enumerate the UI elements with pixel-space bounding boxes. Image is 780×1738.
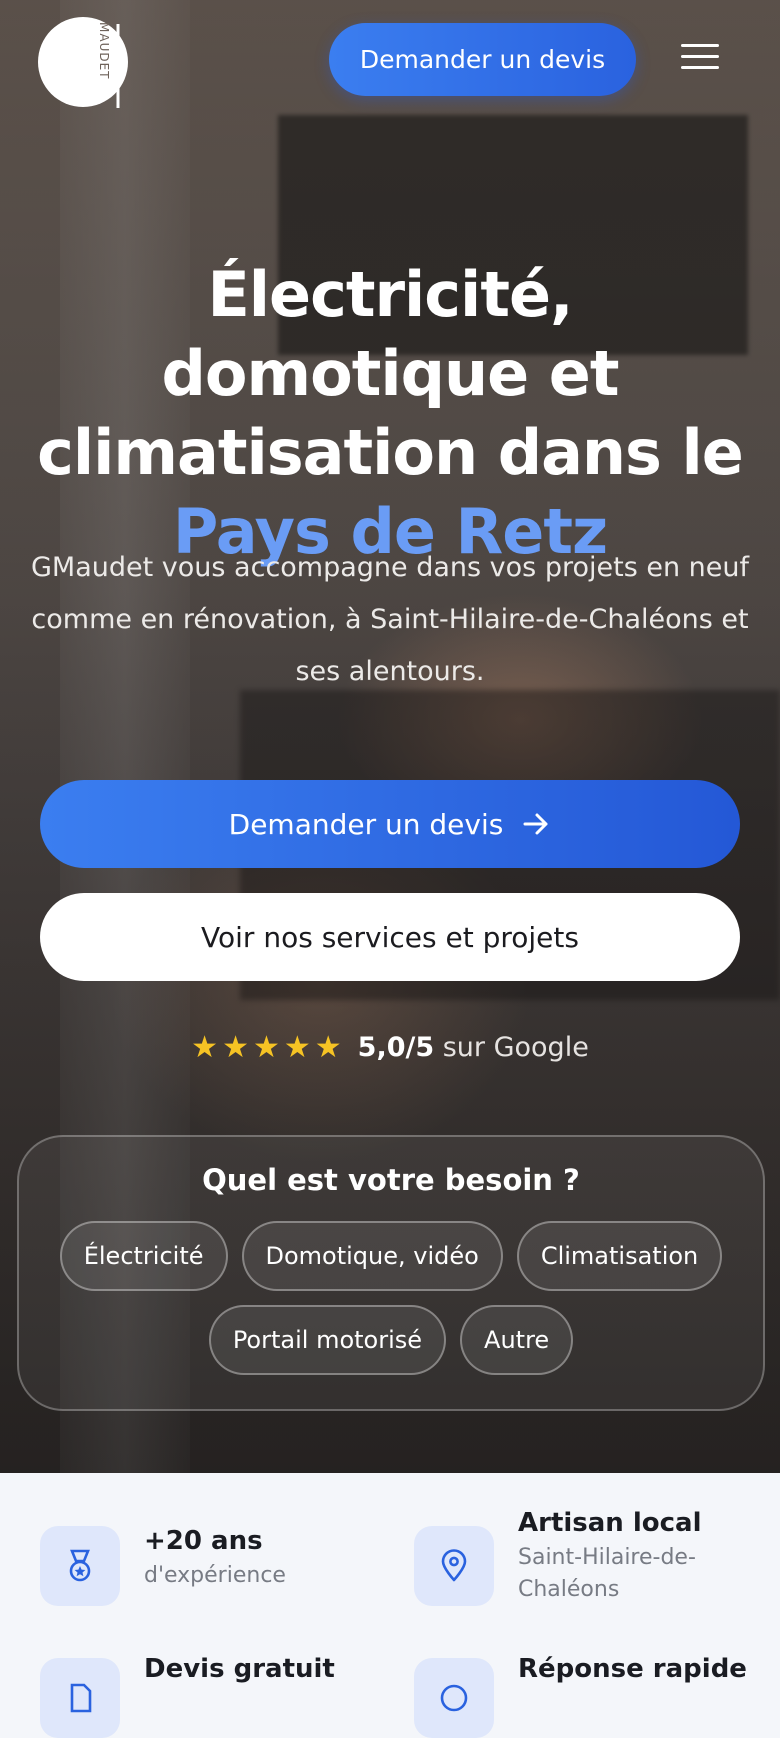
request-quote-button[interactable]: Demander un devis bbox=[40, 780, 740, 868]
needs-title: Quel est votre besoin ? bbox=[202, 1163, 580, 1197]
star-rating-icon: ★★★★★ bbox=[191, 1030, 346, 1065]
request-quote-label: Demander un devis bbox=[228, 807, 504, 841]
hamburger-icon[interactable] bbox=[681, 44, 719, 74]
document-icon bbox=[40, 1658, 120, 1738]
feature-quote-title: Devis gratuit bbox=[144, 1654, 335, 1684]
need-option-domotique[interactable]: Domotique, vidéo bbox=[241, 1221, 503, 1291]
feature-fast-response: Réponse rapide bbox=[414, 1654, 747, 1738]
feature-experience-title: +20 ans bbox=[144, 1526, 263, 1556]
hero-subtitle: GMaudet vous accompagne dans vos projets… bbox=[31, 552, 749, 687]
feature-experience-desc: d'expérience bbox=[144, 1563, 286, 1588]
arrow-right-icon bbox=[523, 813, 548, 835]
google-rating: ★★★★★ 5,0/5 sur Google bbox=[0, 1030, 780, 1065]
feature-experience: +20 ans d'expérience bbox=[40, 1526, 286, 1606]
rating-score: 5,0/5 bbox=[357, 1032, 435, 1063]
view-services-button[interactable]: Voir nos services et projets bbox=[40, 893, 740, 981]
feature-fast-response-title: Réponse rapide bbox=[518, 1654, 747, 1684]
hero-section: MAUDET Demander un devis Électricité, do… bbox=[0, 0, 780, 1473]
view-services-label: Voir nos services et projets bbox=[201, 920, 579, 954]
feature-local: Artisan local Saint-Hilaire-de-Chaléons bbox=[414, 1508, 744, 1606]
logo-wordmark: MAUDET bbox=[97, 22, 111, 80]
request-quote-header-label: Demander un devis bbox=[359, 45, 606, 74]
need-option-electricite[interactable]: Électricité bbox=[59, 1221, 228, 1291]
clock-icon bbox=[414, 1658, 494, 1738]
need-option-climatisation[interactable]: Climatisation bbox=[516, 1221, 723, 1291]
need-option-portail[interactable]: Portail motorisé bbox=[208, 1305, 447, 1375]
hero-title-text: Électricité, domotique et climatisation … bbox=[37, 258, 744, 489]
need-option-autre[interactable]: Autre bbox=[460, 1305, 574, 1375]
hero-title: Électricité, domotique et climatisation … bbox=[20, 255, 760, 571]
needs-options: Électricité Domotique, vidéo Climatisati… bbox=[19, 1221, 763, 1375]
top-navigation: MAUDET Demander un devis bbox=[0, 0, 780, 120]
medal-icon bbox=[40, 1526, 120, 1606]
request-quote-header-button[interactable]: Demander un devis bbox=[329, 23, 636, 96]
features-section: +20 ans d'expérience Artisan local Saint… bbox=[0, 1473, 780, 1738]
needs-selector: Quel est votre besoin ? Électricité Domo… bbox=[17, 1135, 765, 1411]
location-pin-icon bbox=[414, 1526, 494, 1606]
gmaudet-logo[interactable]: MAUDET bbox=[38, 12, 134, 108]
feature-quote: Devis gratuit bbox=[40, 1654, 335, 1738]
rating-source: sur Google bbox=[442, 1032, 589, 1063]
feature-local-desc: Saint-Hilaire-de-Chaléons bbox=[518, 1545, 696, 1602]
feature-local-title: Artisan local bbox=[518, 1508, 702, 1538]
